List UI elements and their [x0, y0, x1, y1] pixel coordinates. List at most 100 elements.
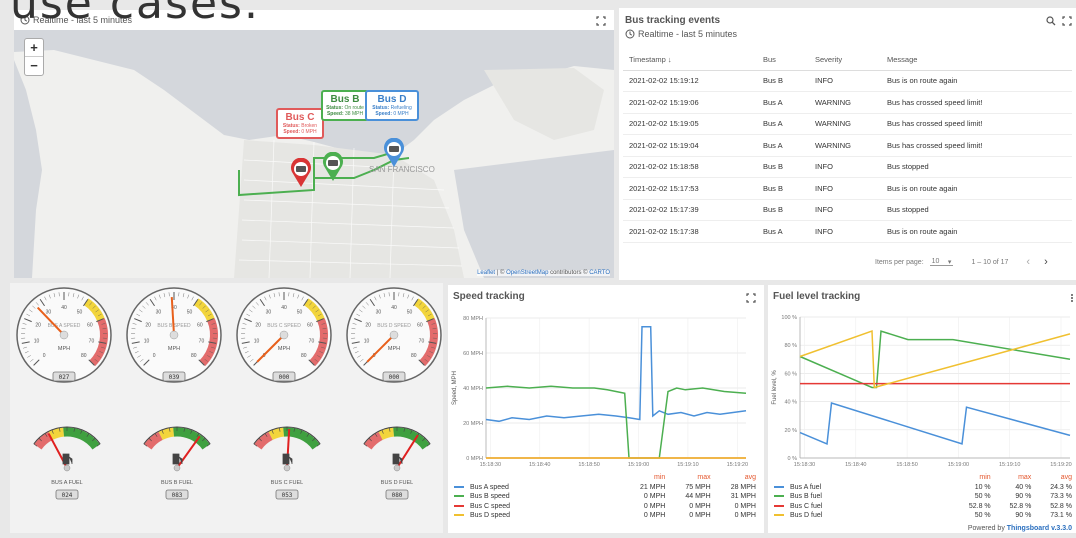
legend-row[interactable]: Bus A fuel10 %40 %24.3 % [772, 483, 1074, 493]
y-tick-label: 60 % [784, 371, 797, 377]
popup-speed-label: Speed: [283, 129, 300, 135]
cell-timestamp: 2021-02-02 15:17:39 [623, 199, 763, 221]
popup-speed-label: Speed: [327, 111, 344, 117]
leaflet-link[interactable]: Leaflet [477, 270, 495, 276]
legend-series: Bus A speed [452, 483, 622, 493]
carto-link[interactable]: CARTO [589, 270, 610, 276]
items-per-page-select[interactable]: 10▾ [930, 258, 954, 266]
gauge-title: BUS A FUEL [51, 480, 83, 486]
speed-chart[interactable]: 0 MPH20 MPH40 MPH60 MPH80 MPH15:18:3015:… [448, 305, 764, 470]
osm-link[interactable]: OpenStreetMap [506, 270, 548, 276]
zoom-in-button[interactable]: + [25, 39, 43, 57]
cell-severity: WARNING [815, 135, 887, 157]
gauge-tick-label: 80 [301, 353, 307, 359]
gauge-needle [397, 435, 418, 468]
legend-min: 0 MPH [622, 511, 667, 521]
legend-max: 52.8 % [993, 502, 1034, 512]
table-row[interactable]: 2021-02-02 15:19:05Bus AWARNINGBus has c… [623, 113, 1072, 135]
gauge-hub [280, 331, 288, 339]
map-attribution: Leaflet | © OpenStreetMap contributors ©… [477, 270, 610, 276]
popup-title: Bus B [325, 94, 365, 105]
fuel-legend: min max avg Bus A fuel10 %40 %24.3 %Bus … [772, 473, 1074, 521]
column-header-severity[interactable]: Severity [815, 50, 887, 70]
events-timewindow-label: Realtime - last 5 minutes [638, 29, 737, 39]
fullscreen-icon[interactable] [596, 16, 606, 26]
cell-severity: INFO [815, 156, 887, 178]
legend-min: 52.8 % [952, 502, 993, 512]
legend-avg: 24.3 % [1033, 483, 1074, 493]
fuel-chart[interactable]: 0 %20 %40 %60 %80 %100 %15:18:3015:18:40… [768, 305, 1076, 470]
cell-severity: INFO [815, 199, 887, 221]
legend-row[interactable]: Bus D speed0 MPH0 MPH0 MPH [452, 511, 758, 521]
gauge-tick-label: 30 [46, 310, 52, 316]
y-tick-label: 40 % [784, 400, 797, 406]
legend-avg: 0 MPH [713, 511, 758, 521]
legend-row[interactable]: Bus B speed0 MPH44 MPH31 MPH [452, 492, 758, 502]
table-row[interactable]: 2021-02-02 15:18:58Bus BINFOBus stopped [623, 156, 1072, 178]
zoom-out-button[interactable]: − [25, 57, 43, 75]
cell-timestamp: 2021-02-02 15:19:06 [623, 92, 763, 114]
series-line[interactable] [486, 327, 746, 422]
legend-name: Bus D fuel [790, 512, 822, 519]
x-tick-label: 15:18:40 [845, 462, 866, 468]
legend-row[interactable]: Bus D fuel50 %90 %73.1 % [772, 511, 1074, 521]
x-tick-label: 15:18:50 [896, 462, 917, 468]
search-icon[interactable] [1046, 16, 1056, 26]
legend-row[interactable]: Bus A speed21 MPH75 MPH28 MPH [452, 483, 758, 493]
popup-title: Bus C [280, 112, 320, 123]
fullscreen-icon[interactable] [746, 293, 756, 303]
speed-gauge: 01020304050607080BUS A SPEEDMPH027 [17, 288, 111, 382]
cell-bus: Bus A [763, 113, 815, 135]
table-row[interactable]: 2021-02-02 15:17:38Bus AINFOBus is on ro… [623, 221, 1072, 243]
column-header-bus[interactable]: Bus [763, 50, 815, 70]
table-row[interactable]: 2021-02-02 15:19:12Bus BINFOBus is on ro… [623, 70, 1072, 92]
gauge-title: BUS D FUEL [381, 480, 413, 486]
map-canvas[interactable]: SAN FRANCISCO Bus C Status: Broken Speed… [14, 30, 614, 278]
prev-page-icon[interactable]: ‹ [1026, 256, 1030, 268]
next-page-icon[interactable]: › [1044, 256, 1048, 268]
legend-row[interactable]: Bus C fuel52.8 %52.8 %52.8 % [772, 502, 1074, 512]
y-tick-label: 20 MPH [463, 421, 483, 427]
fuel-gauge: BUS A FUEL024 [34, 427, 100, 499]
x-tick-label: 15:18:30 [794, 462, 815, 468]
gauge-tick-label: 80 [191, 353, 197, 359]
bus-b-marker-icon[interactable] [321, 152, 345, 182]
table-row[interactable]: 2021-02-02 15:17:39Bus BINFOBus stopped [623, 199, 1072, 221]
fullscreen-icon[interactable] [1062, 16, 1072, 26]
table-row[interactable]: 2021-02-02 15:19:04Bus AWARNINGBus has c… [623, 135, 1072, 157]
dropdown-arrow-icon: ▾ [948, 258, 952, 266]
cell-severity: WARNING [815, 92, 887, 114]
speed-gauge: 01020304050607080BUS C SPEEDMPH000 [237, 288, 331, 382]
bus-c-marker-icon[interactable] [289, 158, 313, 188]
events-title: Bus tracking events [625, 15, 720, 26]
legend-name: Bus B fuel [790, 493, 822, 500]
legend-swatch [774, 514, 784, 516]
legend-row[interactable]: Bus B fuel50 %90 %73.3 % [772, 492, 1074, 502]
legend-max: 44 MPH [667, 492, 712, 502]
legend-avg: 73.3 % [1033, 492, 1074, 502]
speed-legend: min max avg Bus A speed21 MPH75 MPH28 MP… [452, 473, 758, 521]
series-line[interactable] [486, 386, 746, 458]
cell-bus: Bus A [763, 92, 815, 114]
table-row[interactable]: 2021-02-02 15:19:06Bus AWARNINGBus has c… [623, 92, 1072, 114]
column-header-timestamp[interactable]: Timestamp ↓ [623, 50, 763, 70]
gauge-title: BUS C FUEL [271, 480, 303, 486]
series-line[interactable] [800, 403, 1070, 444]
more-icon[interactable] [1070, 293, 1074, 303]
table-row[interactable]: 2021-02-02 15:17:53Bus BINFOBus is on ro… [623, 178, 1072, 200]
gauge-unit: MPH [168, 346, 180, 352]
bus-d-marker-icon[interactable] [382, 138, 406, 168]
legend-swatch [454, 514, 464, 516]
legend-max-header: max [993, 473, 1034, 483]
gauge-zone-yellow [381, 432, 394, 436]
popup-speed: 0 MPH [301, 129, 316, 135]
gauge-tick-label: 30 [266, 310, 272, 316]
gauges-widget: 01020304050607080BUS A SPEEDMPH027 010203… [10, 283, 443, 533]
series-line[interactable] [800, 331, 1070, 387]
events-timewindow[interactable]: Realtime - last 5 minutes [625, 29, 737, 39]
column-header-message[interactable]: Message [887, 50, 1072, 70]
cell-message: Bus has crossed speed limit! [887, 113, 1072, 135]
thingsboard-link[interactable]: Thingsboard v.3.3.0 [1007, 525, 1072, 532]
legend-name: Bus D speed [470, 512, 510, 519]
legend-row[interactable]: Bus C speed0 MPH0 MPH0 MPH [452, 502, 758, 512]
